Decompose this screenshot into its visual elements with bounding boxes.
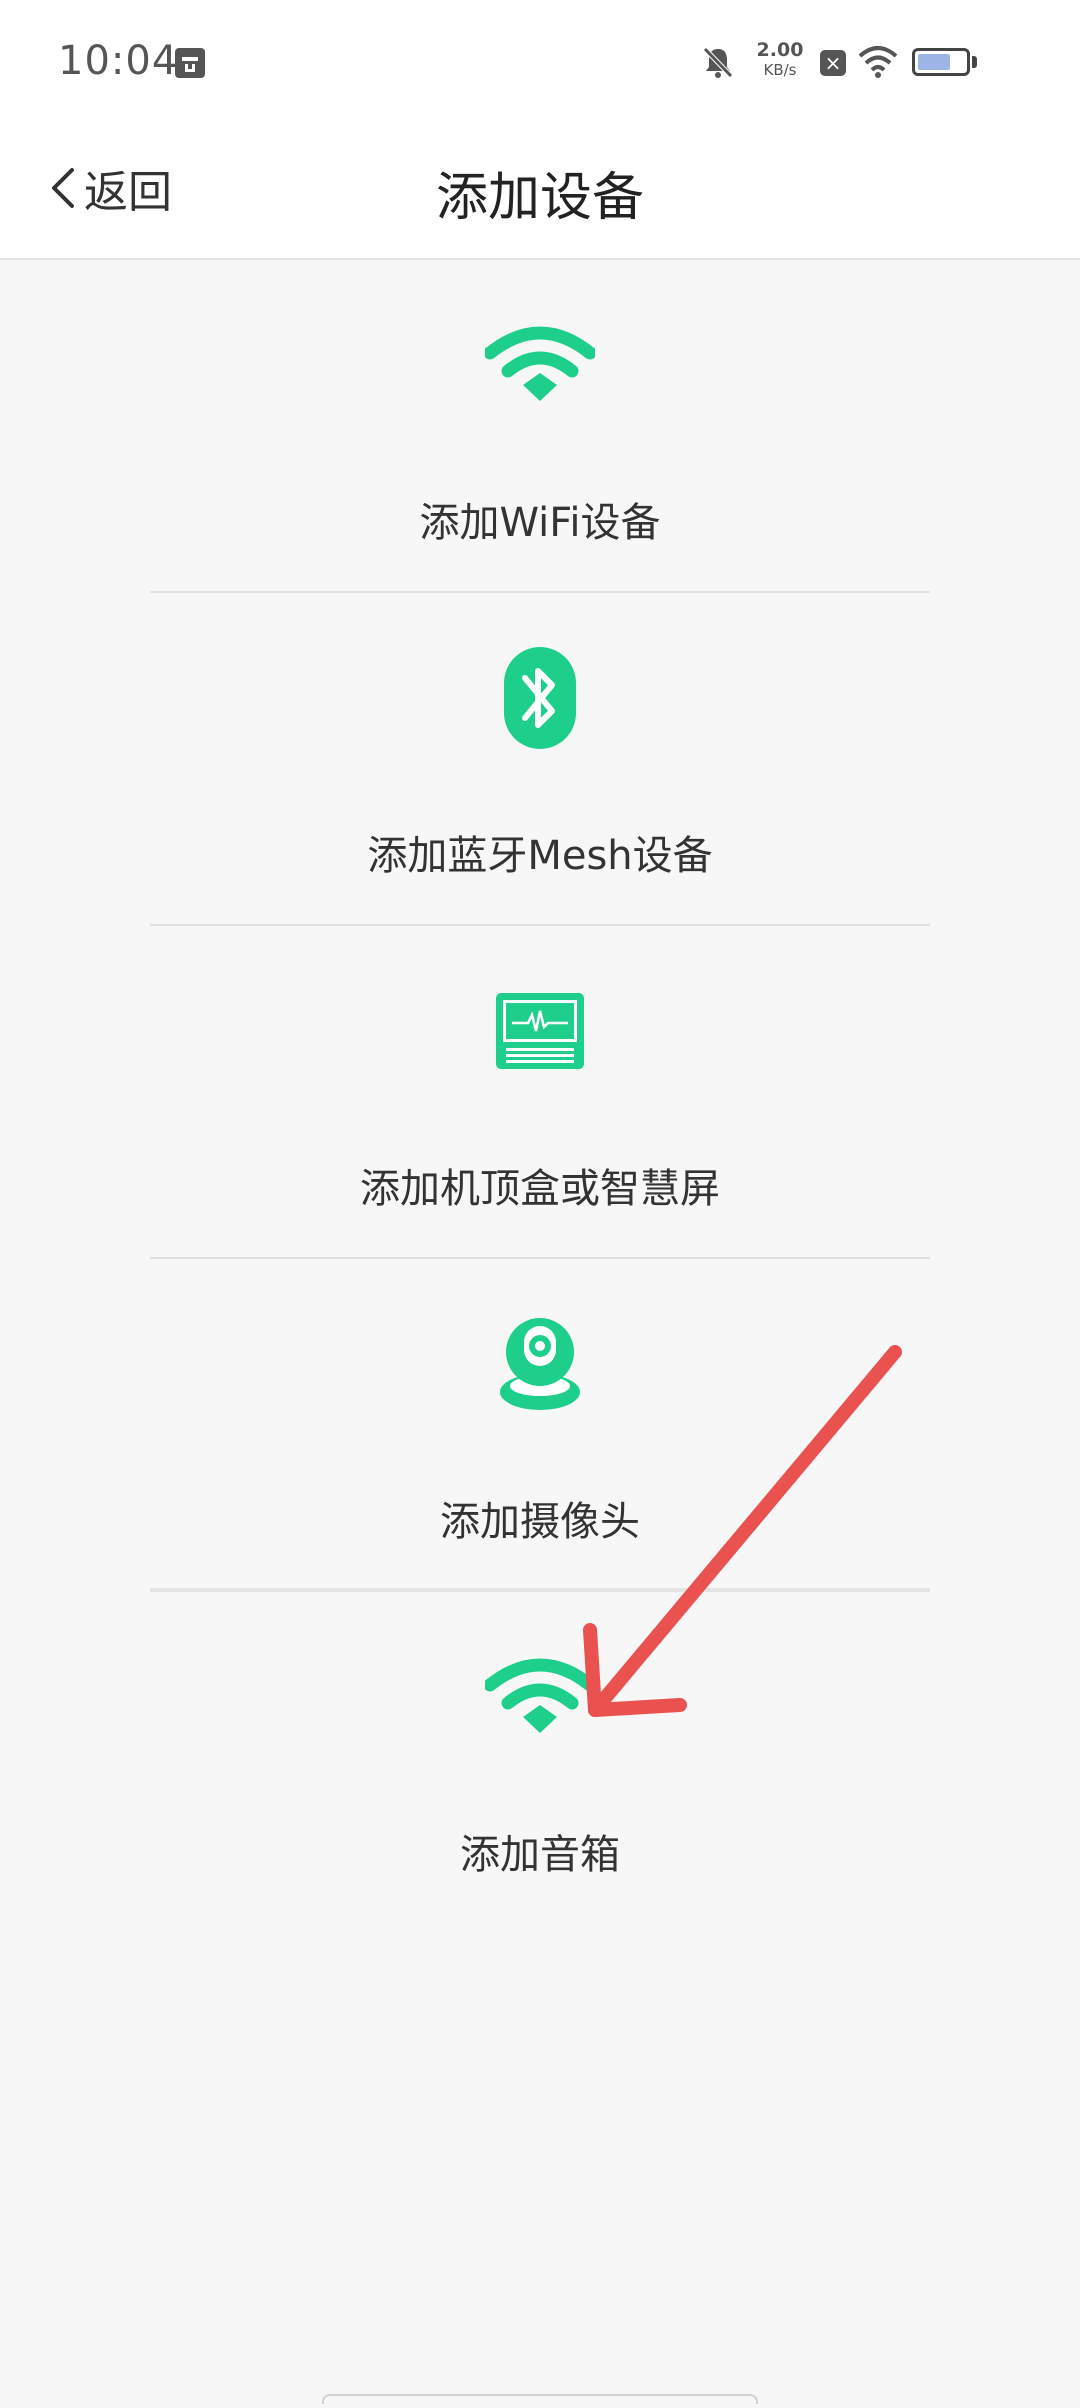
add-tv-box-item[interactable]: 添加机顶盒或智慧屏 xyxy=(0,926,1080,1259)
camera-icon xyxy=(500,1318,580,1410)
battery-tip xyxy=(972,56,977,68)
tv-box-icon xyxy=(496,993,584,1069)
notification-app-icon xyxy=(175,48,205,78)
wifi-status-icon xyxy=(858,46,898,78)
mute-bell-icon xyxy=(703,47,733,78)
home-indicator[interactable] xyxy=(322,2394,758,2404)
menu-item-label: 添加蓝牙Mesh设备 xyxy=(367,833,713,879)
status-time: 10:04 xyxy=(58,38,179,84)
wifi-icon xyxy=(485,326,595,401)
battery-icon xyxy=(912,48,970,76)
add-speaker-item[interactable]: 添加音箱 xyxy=(0,1592,1080,1925)
menu-item-label: 添加摄像头 xyxy=(440,1499,640,1545)
add-camera-item[interactable]: 添加摄像头 xyxy=(0,1259,1080,1592)
page-title: 添加设备 xyxy=(435,168,644,228)
bluetooth-icon xyxy=(504,647,576,749)
network-speed-value: 2.00 xyxy=(756,39,804,61)
device-type-list: 添加WiFi设备 添加蓝牙Mesh设备 添加机顶盒或智慧屏 添加摄像头 添加音箱 xyxy=(0,260,1080,1925)
add-wifi-device-item[interactable]: 添加WiFi设备 xyxy=(0,260,1080,593)
wifi-icon xyxy=(485,1658,595,1733)
status-icons: 2.00 KB/s × xyxy=(700,40,1040,88)
add-bluetooth-mesh-device-item[interactable]: 添加蓝牙Mesh设备 xyxy=(0,593,1080,926)
menu-item-label: 添加音箱 xyxy=(460,1832,620,1878)
menu-item-label: 添加机顶盒或智慧屏 xyxy=(360,1166,720,1212)
status-bar: 10:04 2.00 KB/s × xyxy=(0,0,1080,125)
network-speed-unit: KB/s xyxy=(763,61,797,79)
battery-level xyxy=(918,54,951,70)
no-sim-icon: × xyxy=(820,50,846,76)
menu-item-label: 添加WiFi设备 xyxy=(419,500,661,546)
network-speed: 2.00 KB/s xyxy=(750,40,810,80)
header-bar: 返回 添加设备 xyxy=(0,125,1080,260)
